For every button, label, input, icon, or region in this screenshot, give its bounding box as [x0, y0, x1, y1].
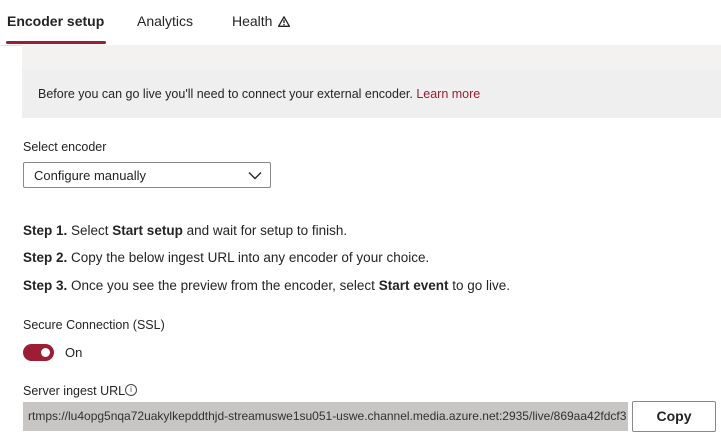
step-1: Step 1. Select Start setup and wait for …	[23, 223, 347, 238]
warning-icon	[278, 16, 291, 27]
ingest-url-value: rtmps://lu4opg5nqa72uakylkepddthjd-strea…	[28, 409, 627, 423]
encoder-dropdown[interactable]: Configure manually	[23, 162, 271, 188]
ssl-toggle-state: On	[65, 345, 83, 360]
select-encoder-label: Select encoder	[23, 140, 107, 154]
tab-analytics[interactable]: Analytics	[137, 13, 193, 29]
tab-health-label: Health	[232, 13, 273, 29]
info-icon[interactable]: i	[125, 384, 137, 396]
step-1-text-b: and wait for setup to finish.	[182, 223, 348, 238]
toggle-knob	[41, 348, 50, 357]
step-3-text-b: to go live.	[448, 278, 511, 293]
ingest-url-label: Server ingest URL	[23, 384, 126, 398]
banner-message: Before you can go live you'll need to co…	[38, 87, 480, 101]
tab-bar: Encoder setup Analytics Health	[0, 0, 721, 46]
step-1-bold: Start setup	[112, 223, 183, 238]
step-3: Step 3. Once you see the preview from th…	[23, 278, 510, 293]
ssl-toggle[interactable]	[23, 344, 54, 361]
step-3-prefix: Step 3.	[23, 278, 68, 293]
ssl-label: Secure Connection (SSL)	[23, 318, 165, 332]
step-2-text-a: Copy the below ingest URL into any encod…	[67, 250, 430, 265]
tab-health[interactable]: Health	[232, 13, 291, 29]
learn-more-link[interactable]: Learn more	[416, 87, 480, 101]
step-1-text-a: Select	[67, 223, 113, 238]
panel-header-shade	[22, 45, 721, 69]
step-2: Step 2. Copy the below ingest URL into a…	[23, 250, 429, 265]
step-2-prefix: Step 2.	[23, 250, 68, 265]
chevron-down-icon	[248, 172, 262, 180]
info-banner: Before you can go live you'll need to co…	[22, 69, 721, 118]
active-tab-indicator	[6, 41, 106, 44]
tab-encoder-setup[interactable]: Encoder setup	[7, 13, 104, 29]
banner-text: Before you can go live you'll need to co…	[38, 87, 417, 101]
step-1-prefix: Step 1.	[23, 223, 68, 238]
step-3-bold: Start event	[378, 278, 449, 293]
encoder-dropdown-value: Configure manually	[34, 168, 147, 183]
ingest-url-field[interactable]: rtmps://lu4opg5nqa72uakylkepddthjd-strea…	[23, 402, 628, 431]
copy-button[interactable]: Copy	[632, 401, 716, 432]
step-3-text-a: Once you see the preview from the encode…	[67, 278, 379, 293]
